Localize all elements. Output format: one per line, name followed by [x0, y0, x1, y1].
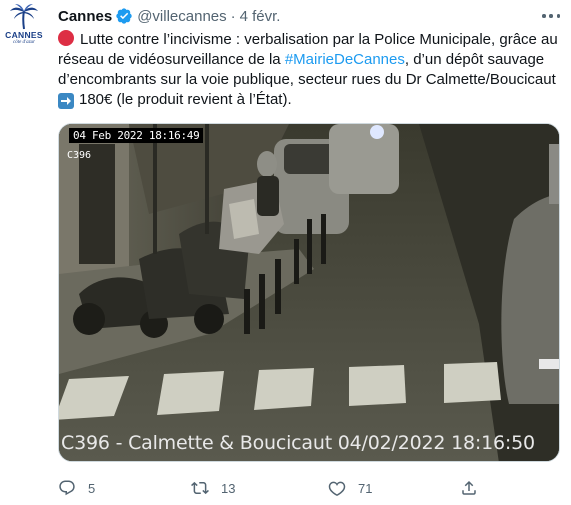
camera-timestamp: 04 Feb 2022 18:16:49 [69, 128, 204, 143]
hashtag-link[interactable]: #MairieDeCannes [285, 51, 405, 68]
tweet-date[interactable]: 4 févr. [240, 8, 281, 25]
logo-subtext: côte d'azur [12, 40, 36, 45]
like-icon [328, 481, 346, 497]
like-button[interactable]: 71 [328, 478, 372, 498]
tweet-line-2-text: réseau de vidéosurveillance de la [58, 51, 285, 68]
tweet-line-2: réseau de vidéosurveillance de la #Mairi… [58, 50, 566, 70]
separator-dot: · [230, 7, 236, 25]
tweet-media-image[interactable]: 04 Feb 2022 18:16:49 C396 C396 - Calmett… [58, 123, 560, 462]
cctv-scene [59, 124, 559, 461]
red-circle-icon [58, 30, 74, 46]
camera-id: C396 [67, 150, 92, 161]
tweet-line-4-text: 180€ (le produit revient à l’État). [79, 91, 292, 108]
right-arrow-icon [58, 93, 74, 109]
retweet-count: 13 [221, 480, 236, 496]
tweet[interactable]: CANNES côte d'azur Cannes @villecannes ·… [0, 0, 571, 505]
tweet-line-1-text: Lutte contre l’incivisme : verbalisation… [80, 31, 558, 48]
palm-logo-icon [10, 4, 38, 30]
display-name[interactable]: Cannes [58, 8, 112, 25]
like-count: 71 [358, 480, 373, 496]
logo-text: CANNES [5, 30, 43, 40]
avatar[interactable]: CANNES côte d'azur [2, 4, 46, 54]
retweet-button[interactable]: 13 [191, 478, 235, 498]
reply-button[interactable]: 5 [58, 478, 95, 498]
reply-icon [59, 480, 75, 496]
camera-caption: C396 - Calmette & Boucicaut 04/02/2022 1… [61, 432, 535, 454]
share-button[interactable] [460, 478, 478, 498]
reply-count: 5 [88, 480, 96, 496]
tweet-line-2-tail: , d’un dépôt sauvage [404, 51, 545, 68]
share-icon [462, 480, 476, 495]
tweet-text: Lutte contre l’incivisme : verbalisation… [58, 30, 566, 110]
action-bar: 5 13 71 [58, 478, 538, 498]
tweet-line-4: 180€ (le produit revient à l’État). [58, 90, 566, 110]
handle[interactable]: @villecannes [137, 8, 226, 25]
more-icon[interactable] [540, 8, 562, 24]
retweet-icon [191, 481, 209, 495]
tweet-line-1: Lutte contre l’incivisme : verbalisation… [58, 30, 566, 50]
verified-icon [115, 7, 133, 25]
tweet-header: Cannes @villecannes · 4 févr. [58, 5, 280, 27]
tweet-line-3: d’encombrants sur la voie publique, sect… [58, 71, 556, 88]
